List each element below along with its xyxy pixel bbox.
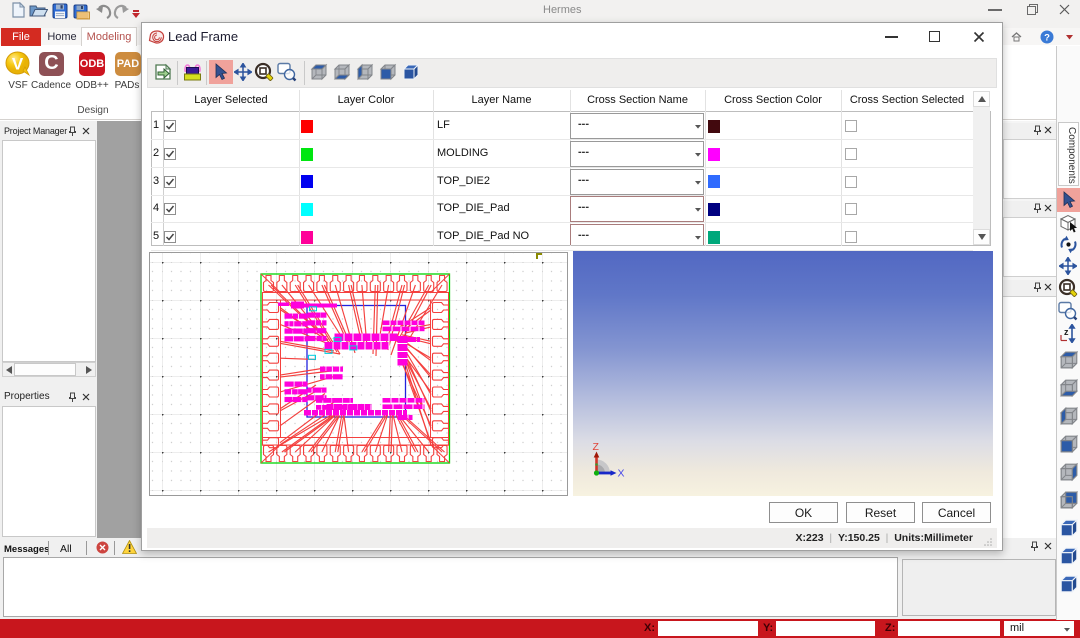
svg-text:z: z	[1064, 327, 1069, 337]
svg-text:X: X	[618, 468, 625, 480]
svg-text:Z: Z	[593, 441, 600, 453]
svg-text:V: V	[12, 55, 24, 74]
svg-text:?: ?	[1044, 32, 1050, 43]
